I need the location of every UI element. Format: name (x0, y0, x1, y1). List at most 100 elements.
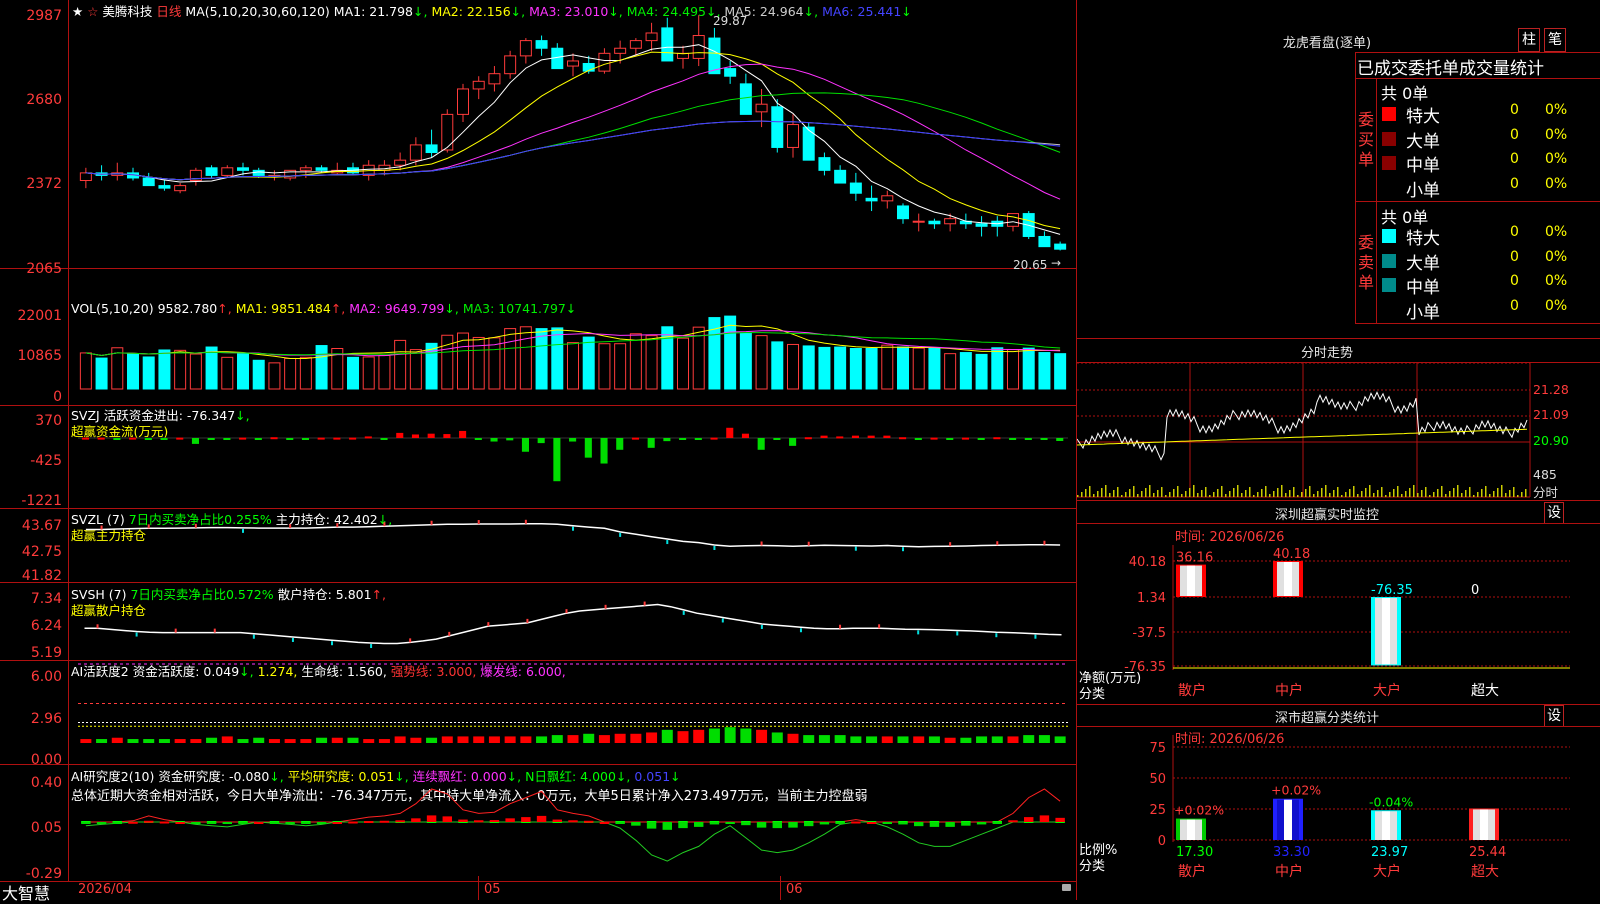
intraday-vol-bar (1345, 492, 1347, 497)
volume-bar (598, 343, 611, 390)
activity-bar (457, 736, 469, 743)
svsh-line-marker (799, 628, 802, 633)
category-label: 大户 (1373, 682, 1401, 699)
candle-body (1038, 235, 1051, 248)
svzl-line-marker (194, 523, 197, 528)
research-bar (662, 822, 672, 830)
activity-bar (724, 727, 736, 743)
svsh-line-marker (604, 604, 607, 609)
activity-bar (426, 737, 438, 743)
flow-bar (804, 437, 812, 440)
volume-bar (252, 359, 265, 390)
activity-bar (708, 728, 720, 743)
activity-bar (944, 737, 956, 743)
candle-body (834, 169, 847, 184)
intraday-vol-bar (1341, 495, 1343, 497)
intraday-vol-bar (1405, 491, 1407, 497)
activity-bar (174, 739, 186, 743)
flow-bar (977, 438, 985, 440)
research-bar (851, 821, 861, 824)
candle-body (771, 106, 784, 148)
candle-body (394, 159, 407, 166)
intraday-vol-bar (1161, 487, 1163, 497)
intraday-vol-bar (1333, 490, 1335, 497)
research-bar (285, 822, 295, 824)
activity-bar (1007, 736, 1019, 743)
research-bar (1024, 817, 1034, 822)
flow-bar (899, 437, 907, 440)
svsh-line-marker (135, 632, 138, 637)
research-bar (426, 815, 437, 822)
intraday-vol-bar (1461, 493, 1463, 497)
flow-bar (396, 432, 404, 438)
svsh-line-marker (878, 624, 881, 629)
activity-bar (646, 732, 658, 743)
activity-bar (583, 733, 595, 743)
volume-bar (645, 335, 658, 390)
volume-bar (504, 328, 517, 390)
intraday-vol-bar (1409, 488, 1411, 497)
activity-bar (661, 729, 673, 743)
intraday-vol-bar (1277, 488, 1279, 497)
research-bar (898, 822, 908, 825)
volume-bar (378, 354, 391, 390)
candle-body (457, 88, 469, 115)
intraday-vol-bar (1125, 492, 1127, 497)
activity-bar (1038, 735, 1050, 743)
flow-bar (286, 438, 294, 440)
volume-bar (205, 346, 218, 390)
intraday-vol-bar (1521, 492, 1523, 497)
svzl-line-marker (902, 547, 904, 552)
research-bar (866, 822, 877, 824)
intraday-vol-bar (1205, 487, 1207, 497)
svzl-line-marker (477, 520, 480, 525)
volume-bar (834, 346, 847, 390)
flow-bar (914, 438, 922, 440)
research-line-up (85, 788, 1061, 823)
category-label: 超大 (1471, 683, 1499, 699)
monitor-value: 36.16 (1176, 551, 1213, 566)
monitor-tick: -76.35 (1124, 660, 1166, 675)
candle-body (739, 83, 752, 115)
research-bar (316, 822, 327, 824)
research-bar (1008, 820, 1018, 823)
flow-bar (427, 433, 435, 438)
volume-bar (614, 343, 627, 390)
intraday-vol-bar (1449, 491, 1451, 497)
volume-bar (394, 339, 407, 390)
volume-bar (519, 326, 532, 390)
intraday-vol-bar (1393, 489, 1395, 497)
intraday-vol-bar (1121, 495, 1123, 497)
research-bar (929, 822, 940, 827)
activity-bar (394, 736, 406, 743)
flow-bar (490, 438, 498, 442)
candle-body (755, 103, 768, 113)
intraday-vol-bar (1257, 492, 1259, 497)
research-bar (379, 820, 390, 823)
research-bar (725, 822, 735, 824)
intraday-vol-bar (1517, 495, 1519, 497)
volume-bar (912, 347, 925, 390)
intraday-vol-bar (1173, 489, 1175, 497)
monitor-value: 40.18 (1273, 547, 1310, 562)
volume-bar (268, 362, 281, 390)
candle-body (928, 220, 941, 225)
candle-body (849, 182, 862, 194)
svzl-line-marker (760, 541, 763, 546)
flow-bar (160, 438, 168, 440)
intraday-vol-bar (1509, 490, 1511, 497)
research-bar (458, 819, 468, 822)
candle-body (944, 218, 957, 225)
research-bar (992, 822, 1002, 824)
research-bar (191, 822, 201, 824)
research-bar (631, 822, 641, 826)
stat-value: 17.30 (1176, 845, 1213, 860)
stat-change: +0.02% (1271, 783, 1321, 798)
flow-bar (1056, 438, 1064, 441)
svzl-line-marker (430, 520, 433, 525)
volume-bar (865, 348, 878, 390)
intraday-vol-bar (1429, 495, 1431, 497)
research-bar (756, 822, 767, 828)
volume-bar (881, 344, 894, 390)
main-chart-svg (78, 15, 1068, 862)
